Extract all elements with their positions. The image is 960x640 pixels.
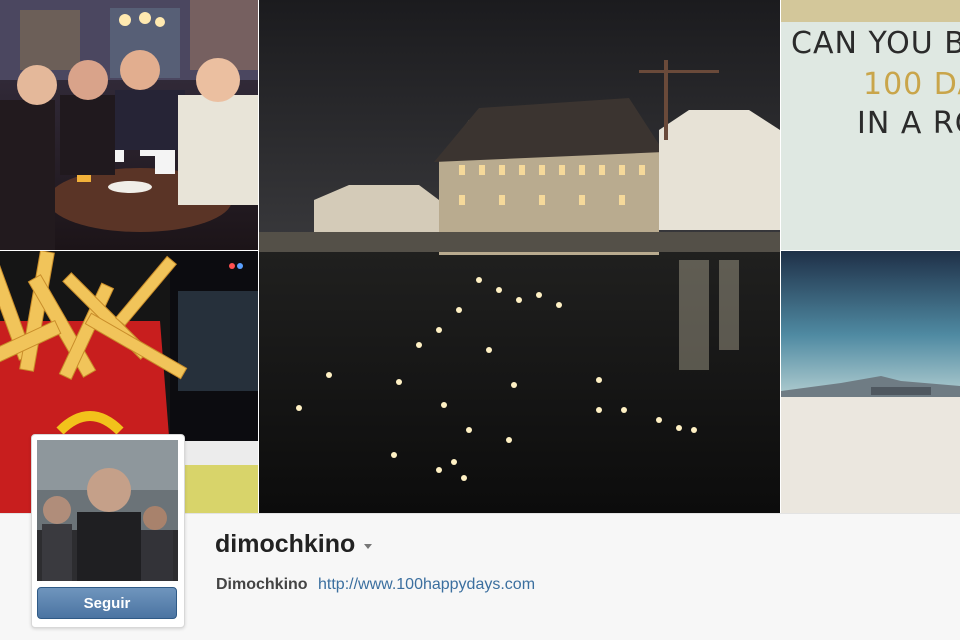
quote-line-2: 100 DAYS xyxy=(863,67,960,102)
photo-tile-quote[interactable]: CAN YOU BE HAPPY 100 DAYS IN A ROW? xyxy=(781,0,960,250)
bio-row: Dimochkino http://www.100happydays.com xyxy=(216,576,535,594)
photo-river-image xyxy=(259,0,780,513)
photo-tile-snow[interactable] xyxy=(781,251,960,513)
photo-friends-image xyxy=(0,0,258,250)
avatar[interactable] xyxy=(37,440,178,581)
quote-line-1: CAN YOU BE HAPPY xyxy=(791,26,960,61)
full-name: Dimochkino xyxy=(216,576,308,593)
quote-text: CAN YOU BE HAPPY 100 DAYS IN A ROW? xyxy=(781,26,960,141)
username: dimochkino xyxy=(215,530,356,558)
quote-tile-header-band xyxy=(781,0,960,22)
avatar-image xyxy=(37,440,178,581)
photo-tile-river[interactable] xyxy=(259,0,780,513)
photo-snow-image xyxy=(781,251,960,513)
avatar-card: Seguir xyxy=(31,434,185,628)
follow-button[interactable]: Seguir xyxy=(37,587,177,619)
caret-down-icon[interactable] xyxy=(364,543,373,549)
username-row: dimochkino xyxy=(215,530,373,559)
profile-page: CAN YOU BE HAPPY 100 DAYS IN A ROW? xyxy=(0,0,960,640)
photo-tile-friends[interactable] xyxy=(0,0,258,250)
quote-line-3: IN A ROW? xyxy=(857,106,960,141)
website-link[interactable]: http://www.100happydays.com xyxy=(318,576,535,593)
